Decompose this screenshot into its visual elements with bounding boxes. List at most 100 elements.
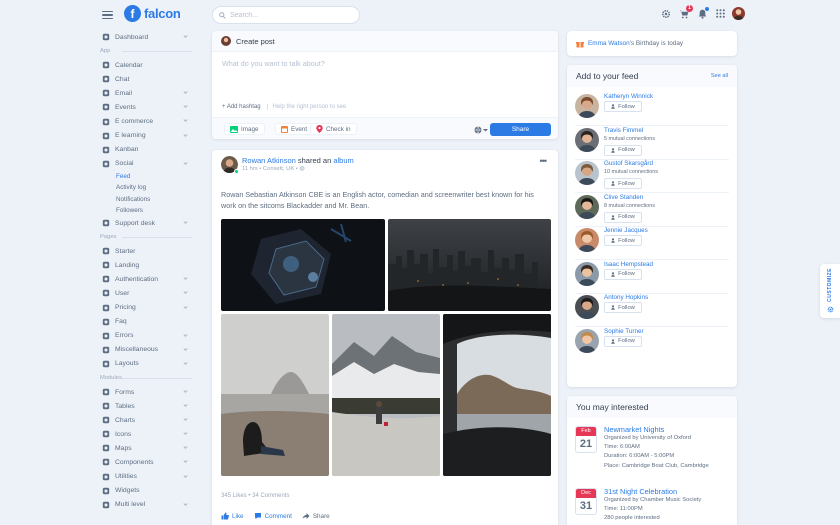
- suggestion-name[interactable]: Isaac Hempstead: [604, 261, 653, 268]
- follow-button[interactable]: Follow: [604, 235, 642, 246]
- sidebar-item-landing[interactable]: Landing: [100, 258, 192, 272]
- follow-button[interactable]: Follow: [604, 268, 642, 280]
- search-input[interactable]: [230, 11, 350, 19]
- sidebar-item-multi-level[interactable]: Multi level: [100, 498, 192, 512]
- search-box[interactable]: [212, 6, 360, 24]
- sidebar-item-user[interactable]: User: [100, 286, 192, 300]
- gear-icon: [661, 9, 671, 18]
- cart-button[interactable]: 1: [678, 4, 693, 20]
- sidebar-item-utilities[interactable]: Utilities: [100, 470, 192, 484]
- add-to-feed-card: Add to your feed See all Katheryn Winnic…: [567, 65, 737, 387]
- notifications-button[interactable]: [696, 6, 709, 20]
- sidebar-item-miscellaneous[interactable]: Miscellaneous: [100, 343, 192, 357]
- sidebar-item-widgets[interactable]: Widgets: [100, 484, 192, 498]
- sidebar-item-starter[interactable]: Starter: [100, 244, 192, 258]
- sidebar-item-tables[interactable]: Tables: [100, 399, 192, 413]
- follow-button[interactable]: Follow: [604, 302, 642, 313]
- follow-button[interactable]: Follow: [604, 178, 642, 189]
- suggestion-name[interactable]: Travis Fimmel: [604, 127, 643, 134]
- suggestion-avatar[interactable]: [575, 127, 599, 152]
- post-author-avatar[interactable]: [221, 156, 239, 174]
- suggestion-name[interactable]: Jennie Jacques: [604, 227, 648, 234]
- sidebar-item-icons[interactable]: Icons: [100, 427, 192, 441]
- sidebar-item-errors[interactable]: Errors: [100, 329, 192, 343]
- menu-toggle-button[interactable]: [102, 11, 113, 19]
- sidebar-item-label: Starter: [115, 247, 136, 255]
- theme-settings-button[interactable]: [660, 8, 672, 20]
- suggestion-avatar[interactable]: [575, 161, 599, 185]
- share-post-button[interactable]: Share: [490, 123, 551, 136]
- suggestion-name[interactable]: Clive Standen: [604, 194, 643, 201]
- sidebar-item-e-learning[interactable]: E learning: [100, 129, 192, 143]
- sidebar-item-email[interactable]: Email: [100, 86, 192, 100]
- notification-dot: [705, 6, 709, 11]
- suggestion-avatar[interactable]: [575, 295, 599, 319]
- widgets-icon: [102, 487, 110, 494]
- sidebar-subitem-followers[interactable]: Followers: [100, 205, 192, 216]
- suggestion-name[interactable]: Antony Hopkins: [604, 294, 648, 301]
- see-all-link[interactable]: See all: [711, 73, 728, 79]
- sidebar-subitem-feed[interactable]: Feed: [100, 171, 192, 182]
- image-button[interactable]: Image: [224, 123, 265, 135]
- like-button[interactable]: Like: [221, 512, 244, 520]
- sidebar-item-label: E commerce: [115, 118, 154, 126]
- album-photo-2[interactable]: [388, 219, 551, 311]
- sidebar-item-kanban[interactable]: Kanban: [100, 143, 192, 157]
- suggestion-avatar[interactable]: [575, 328, 599, 353]
- post-options-button[interactable]: •••: [540, 157, 548, 166]
- event-button[interactable]: Event: [275, 123, 314, 135]
- sidebar-item-social[interactable]: Social: [100, 157, 192, 171]
- suggestion-avatar[interactable]: [575, 194, 599, 219]
- sidebar-item-layouts[interactable]: Layouts: [100, 357, 192, 371]
- sidebar-item-faq[interactable]: Faq: [100, 315, 192, 329]
- user-avatar[interactable]: [732, 7, 745, 20]
- sidebar-item-calendar[interactable]: Calendar: [100, 58, 192, 72]
- feed-suggestion-item: Sophie Turner Follow: [575, 327, 729, 361]
- sidebar-item-events[interactable]: Events: [100, 100, 192, 114]
- add-hashtag-button[interactable]: + Add hashtag: [222, 104, 261, 110]
- suggestion-name[interactable]: Sophie Turner: [604, 328, 644, 335]
- sidebar-item-dashboard[interactable]: Dashboard: [100, 30, 192, 44]
- sidebar-item-chat[interactable]: Chat: [100, 72, 192, 86]
- privacy-dropdown[interactable]: [474, 126, 488, 134]
- follow-button[interactable]: Follow: [604, 144, 642, 156]
- sidebar-item-e-commerce[interactable]: E commerce: [100, 114, 192, 128]
- suggestion-avatar[interactable]: [575, 261, 599, 286]
- sidebar-item-support-desk[interactable]: Support desk: [100, 216, 192, 230]
- suggestion-avatar[interactable]: [575, 228, 599, 252]
- suggestion-name[interactable]: Katheryn Winnick: [604, 93, 653, 100]
- customize-tab[interactable]: CUSTOMIZE: [820, 264, 840, 318]
- post-author-link[interactable]: Rowan Atkinson: [242, 156, 296, 165]
- sidebar-item-maps[interactable]: Maps: [100, 441, 192, 455]
- comment-button[interactable]: Comment: [254, 512, 292, 520]
- follow-button[interactable]: Follow: [604, 101, 642, 112]
- birthday-name-link[interactable]: Emma Watson: [588, 40, 630, 47]
- album-photo-1[interactable]: [221, 219, 385, 311]
- event-title-link[interactable]: Newmarket Nights: [604, 425, 709, 434]
- album-link[interactable]: album: [333, 156, 353, 165]
- share-button[interactable]: Share: [302, 512, 330, 520]
- suggestion-name[interactable]: Gustof Skarsgård: [604, 160, 653, 167]
- event-title-link[interactable]: 31st Night Celebration: [604, 487, 701, 496]
- checkin-button[interactable]: Check in: [310, 123, 357, 135]
- sidebar-subitem-activity-log[interactable]: Activity log: [100, 182, 192, 193]
- sidebar-item-forms[interactable]: Forms: [100, 385, 192, 399]
- sidebar-subitem-notifications[interactable]: Notifications: [100, 193, 192, 204]
- album-photo-3[interactable]: [221, 314, 329, 476]
- user-icon: [102, 290, 110, 297]
- birthday-notice: Emma Watson's Birthday is today: [567, 31, 737, 56]
- apps-button[interactable]: [714, 8, 726, 20]
- album-photo-4[interactable]: [332, 314, 440, 476]
- album-photo-5[interactable]: [443, 314, 551, 476]
- follow-button[interactable]: Follow: [604, 335, 642, 347]
- follow-button[interactable]: Follow: [604, 211, 642, 223]
- sidebar-item-authentication[interactable]: Authentication: [100, 272, 192, 286]
- sidebar-item-components[interactable]: Components: [100, 455, 192, 469]
- chevron-down-icon: [183, 221, 188, 224]
- post-textarea[interactable]: What do you want to talk about?: [212, 52, 558, 94]
- logo[interactable]: f falcon: [124, 5, 181, 22]
- suggestion-avatar[interactable]: [575, 94, 599, 118]
- sidebar-item-charts[interactable]: Charts: [100, 413, 192, 427]
- sidebar-item-pricing[interactable]: Pricing: [100, 301, 192, 315]
- hashtag-input[interactable]: Help the right person to see: [266, 104, 346, 110]
